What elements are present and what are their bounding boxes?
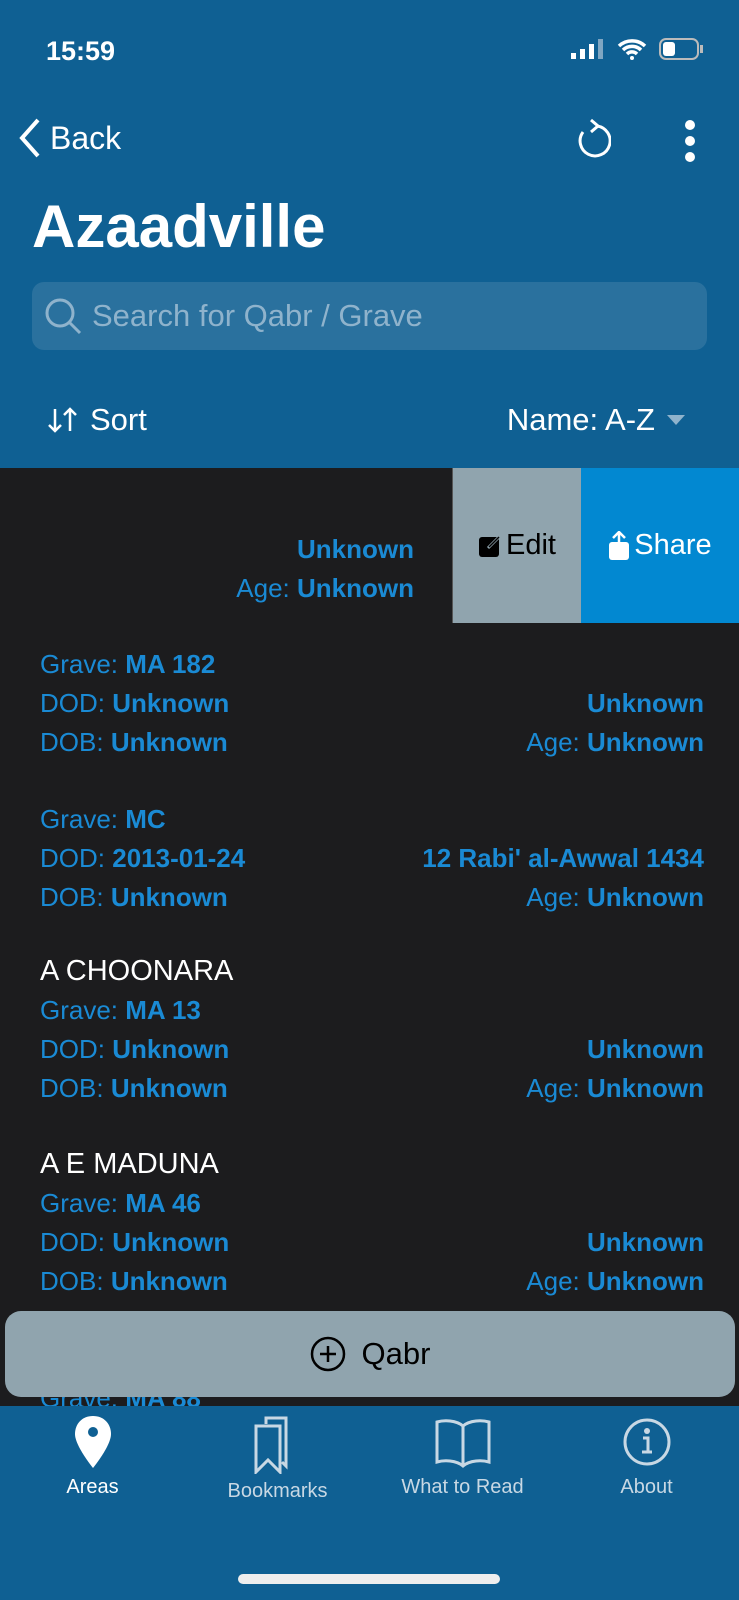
- age-value: Unknown: [587, 727, 704, 757]
- sort-select[interactable]: Name: A-Z: [507, 402, 685, 438]
- dob-label: DOB:: [40, 1266, 104, 1296]
- search-input[interactable]: Search for Qabr / Grave: [32, 282, 707, 350]
- swiped-list-item[interactable]: Unknown Age: Unknown Edit Share: [0, 468, 739, 623]
- dod-value: Unknown: [112, 688, 230, 718]
- age-value: Unknown: [587, 882, 704, 912]
- bookmarks-icon: [254, 1416, 287, 1474]
- back-label: Back: [50, 119, 122, 156]
- dod-label: DOD:: [40, 843, 105, 873]
- dob-value: Unknown: [110, 1266, 228, 1296]
- search-placeholder: Search for Qabr / Grave: [92, 298, 423, 333]
- age-label: Age:: [526, 727, 580, 757]
- dob-label: DOB:: [40, 1073, 104, 1103]
- status-time: 15:59: [46, 36, 116, 66]
- tab-about[interactable]: About: [554, 1414, 739, 1499]
- more-vertical-icon[interactable]: [684, 120, 696, 162]
- list-item[interactable]: Grave: MA 182 DOD: Unknown Unknown DOB: U…: [40, 645, 704, 762]
- battery-icon: [659, 38, 703, 60]
- dob-label: DOB:: [40, 882, 104, 912]
- age-value: Unknown: [587, 1073, 704, 1103]
- signal-icon: [571, 39, 603, 59]
- hijri-date: Unknown: [587, 688, 704, 718]
- dob-label: DOB:: [40, 727, 104, 757]
- edit-label: Edit: [506, 529, 556, 561]
- add-qabr-button[interactable]: Qabr: [5, 1311, 735, 1397]
- share-button[interactable]: Share: [581, 468, 739, 623]
- dod-value: Unknown: [112, 1227, 230, 1257]
- tab-bookmarks[interactable]: Bookmarks: [185, 1414, 370, 1503]
- dob-value: Unknown: [110, 727, 228, 757]
- dod-label: DOD:: [40, 688, 105, 718]
- age-label: Age:: [526, 1266, 580, 1296]
- age-label: Age:: [526, 882, 580, 912]
- edit-icon: [479, 534, 502, 557]
- hijri-date: Unknown: [587, 1227, 704, 1257]
- back-button[interactable]: Back: [18, 118, 121, 158]
- header: 15:59 Back Azaadville Search for Qabr / …: [0, 0, 739, 468]
- wifi-icon: [617, 39, 647, 60]
- hijri-date: Unknown: [587, 1034, 704, 1064]
- grave-label: Grave:: [40, 804, 119, 834]
- share-icon: [609, 530, 630, 560]
- deceased-name: A E MADUNA: [40, 1148, 219, 1180]
- status-icons: [571, 38, 703, 60]
- tab-label: Areas: [66, 1476, 119, 1498]
- grave-value: MA 182: [125, 649, 216, 679]
- tab-what-to-read[interactable]: What to Read: [370, 1414, 555, 1499]
- grave-label: Grave:: [40, 995, 119, 1025]
- hijri-date: Unknown: [297, 534, 414, 564]
- map-pin-icon: [74, 1416, 111, 1468]
- tab-areas[interactable]: Areas: [0, 1414, 185, 1499]
- grave-value: MA 46: [125, 1188, 201, 1218]
- age-value: Unknown: [297, 573, 414, 603]
- grave-label: Grave:: [40, 1188, 119, 1218]
- refresh-icon[interactable]: [575, 118, 611, 162]
- grave-label: Grave:: [40, 649, 119, 679]
- list-item[interactable]: A CHOONARA Grave: MA 13 DOD: Unknown Unkn…: [40, 952, 704, 1108]
- edit-button[interactable]: Edit: [452, 468, 581, 623]
- search-icon: [45, 298, 82, 335]
- sort-label: Sort: [90, 402, 147, 437]
- age-label: Age:: [236, 573, 290, 603]
- dob-value: Unknown: [110, 882, 228, 912]
- age-label: Age:: [526, 1073, 580, 1103]
- dod-label: DOD:: [40, 1227, 105, 1257]
- dod-value: Unknown: [112, 1034, 230, 1064]
- dod-value: 2013-01-24: [112, 843, 246, 873]
- dod-label: DOD:: [40, 1034, 105, 1064]
- swiped-item-details: Unknown Age: Unknown: [236, 530, 414, 608]
- page-title: Azaadville: [32, 193, 326, 260]
- sort-value: Name: A-Z: [506, 402, 655, 437]
- list-item[interactable]: Grave: MC DOD: 2013-01-24 12 Rabi' al-Aww…: [40, 800, 704, 917]
- deceased-name: A CHOONARA: [40, 955, 234, 987]
- tab-label: Bookmarks: [227, 1480, 328, 1502]
- tab-label: What to Read: [401, 1476, 524, 1498]
- grave-list: Unknown Age: Unknown Edit Share Grave: M…: [0, 468, 739, 1406]
- age-value: Unknown: [587, 1266, 704, 1296]
- sort-arrows-icon: [48, 407, 77, 433]
- chevron-left-icon: [19, 118, 40, 158]
- add-qabr-label: Qabr: [361, 1336, 431, 1371]
- sort-button[interactable]: Sort: [46, 402, 147, 438]
- dob-value: Unknown: [110, 1073, 228, 1103]
- hijri-date: 12 Rabi' al-Awwal 1434: [422, 843, 704, 873]
- home-indicator[interactable]: [238, 1574, 500, 1584]
- grave-value: MC: [125, 804, 166, 834]
- share-label: Share: [634, 529, 712, 561]
- list-item[interactable]: A E MADUNA Grave: MA 46 DOD: Unknown Unkn…: [40, 1145, 704, 1301]
- book-icon: [435, 1419, 490, 1468]
- tab-label: About: [620, 1476, 673, 1498]
- grave-value: MA 13: [125, 995, 201, 1025]
- info-icon: [623, 1418, 670, 1466]
- caret-down-icon: [667, 415, 685, 425]
- tab-bar: Areas Bookmarks What to Read About: [0, 1406, 739, 1600]
- plus-circle-icon: [310, 1336, 345, 1372]
